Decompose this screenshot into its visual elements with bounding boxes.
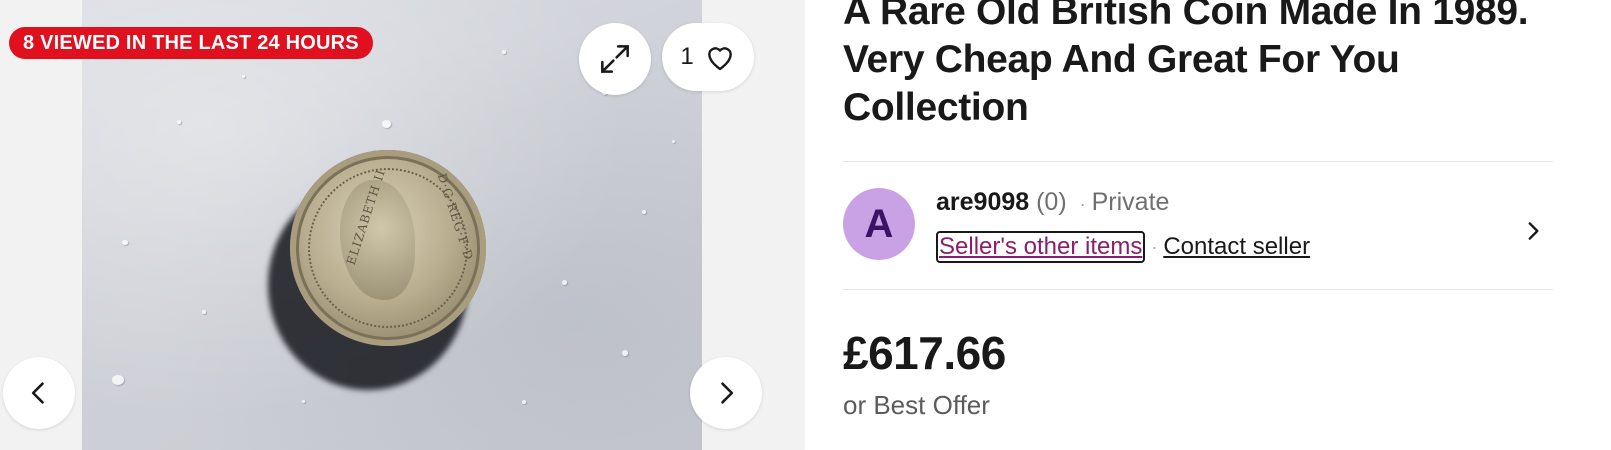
seller-name[interactable]: are9098 [936, 188, 1029, 216]
next-image-button[interactable] [690, 357, 762, 429]
seller-info: are9098 (0) · Private [936, 188, 1169, 217]
seller-details-chevron[interactable] [1520, 218, 1546, 249]
previous-image-button[interactable] [3, 357, 75, 429]
chevron-right-icon [1528, 222, 1539, 240]
seller-links: Seller's other items · Contact seller [936, 231, 1310, 263]
watch-count: 1 [680, 43, 694, 70]
divider-bottom [843, 289, 1553, 290]
expand-button[interactable] [579, 23, 651, 95]
separator-dot: · [1079, 194, 1086, 214]
item-price: £617.66 [843, 327, 1006, 379]
seller-type: Private [1091, 188, 1170, 216]
watch-button[interactable]: 1 [662, 23, 754, 91]
image-gallery: ELIZABETH II D·G·REG·F·D 8 VIEWED IN THE… [0, 0, 805, 450]
sellers-other-items-link[interactable]: Seller's other items [936, 231, 1146, 263]
expand-icon [601, 45, 629, 73]
seller-feedback[interactable]: (0) [1036, 188, 1067, 216]
chevron-left-icon [31, 382, 44, 404]
separator-dot: · [1151, 236, 1158, 257]
listing-page: ELIZABETH II D·G·REG·F·D 8 VIEWED IN THE… [0, 0, 1611, 450]
coin-image: ELIZABETH II D·G·REG·F·D [290, 150, 486, 346]
seller-avatar[interactable]: A [843, 188, 915, 260]
divider-top [843, 161, 1553, 162]
heart-icon [707, 47, 732, 71]
contact-seller-link[interactable]: Contact seller [1163, 233, 1310, 261]
chevron-right-icon [721, 382, 734, 404]
item-title: A Rare Old British Coin Made In 1989. Ve… [843, 0, 1529, 129]
best-offer-text: or Best Offer [843, 390, 990, 420]
views-badge: 8 VIEWED IN THE LAST 24 HOURS [9, 27, 373, 59]
